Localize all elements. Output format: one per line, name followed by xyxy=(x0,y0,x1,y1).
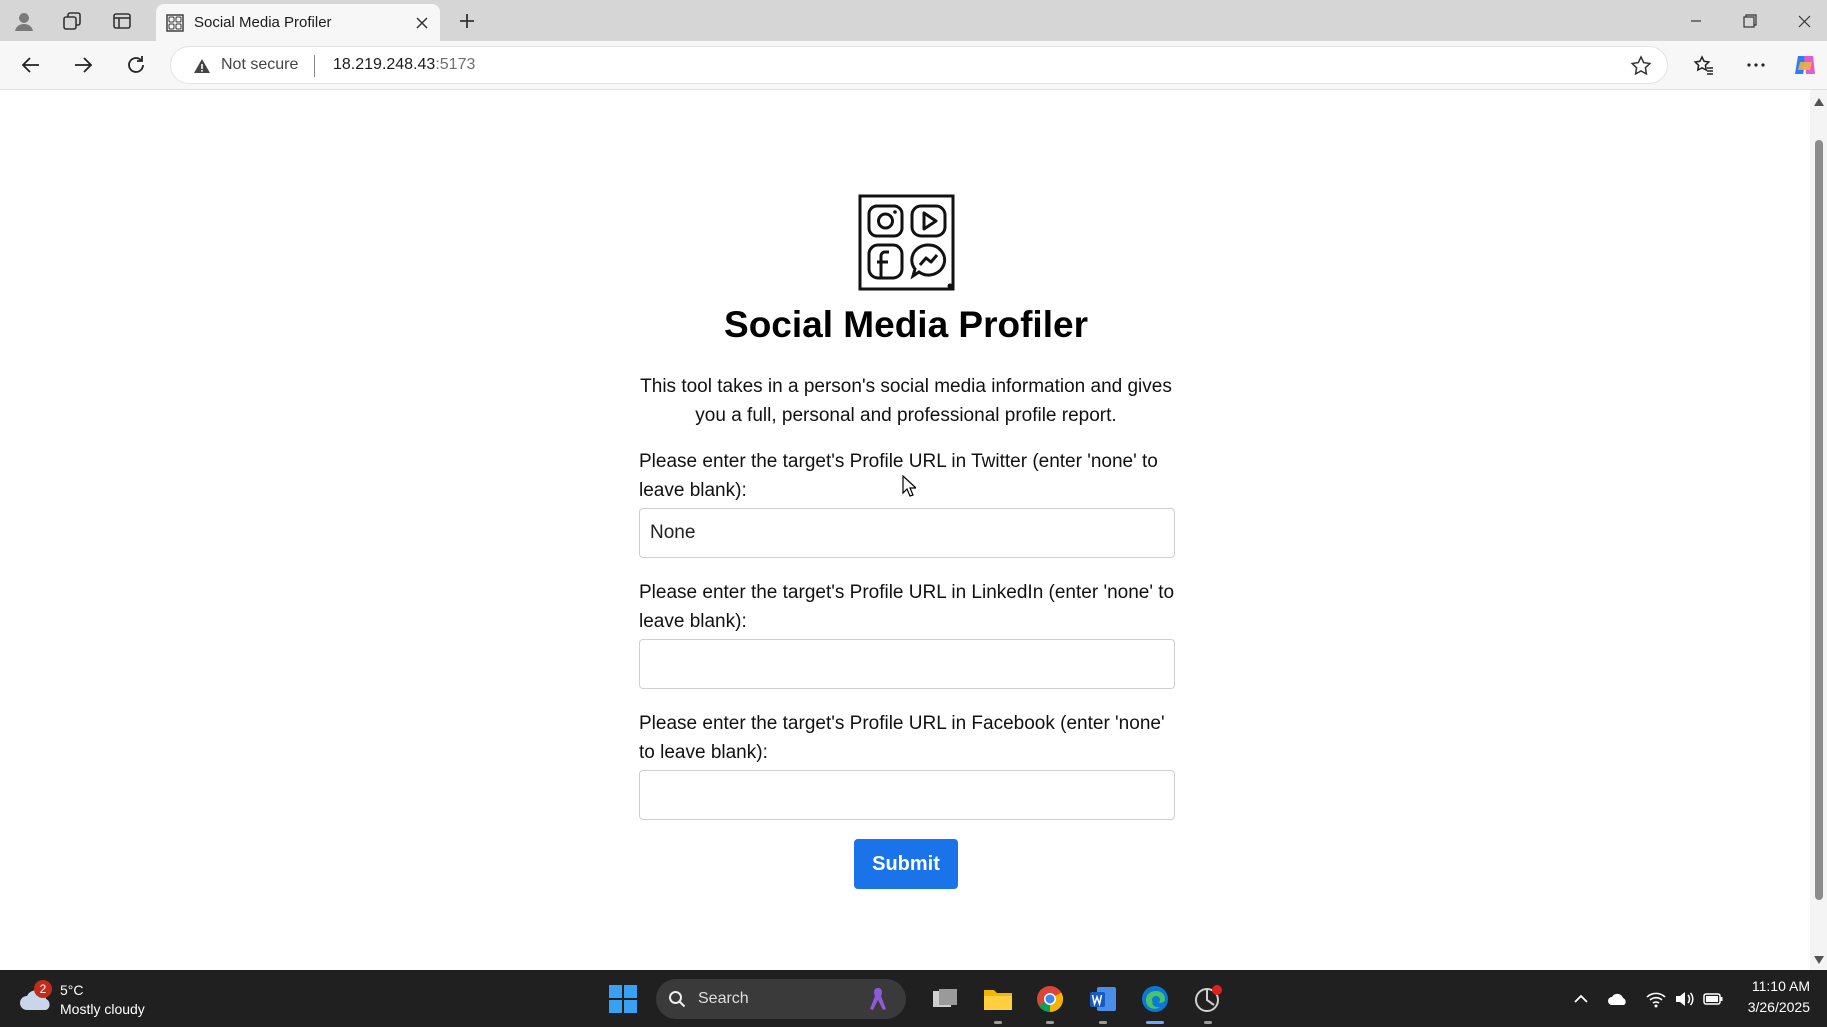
task-view-icon[interactable] xyxy=(926,980,964,1018)
browser-titlebar: Social Media Profiler xyxy=(0,0,1827,41)
scroll-down-arrow-icon[interactable] xyxy=(1814,956,1824,964)
page-content: Social Media Profiler This tool takes in… xyxy=(0,90,1810,970)
taskbar-search[interactable]: Search xyxy=(656,979,906,1019)
search-label: Search xyxy=(698,990,749,1007)
copilot-icon[interactable] xyxy=(1788,49,1822,81)
tab-close-icon[interactable] xyxy=(408,9,436,37)
page-description: This tool takes in a person's social med… xyxy=(640,376,1172,426)
vertical-tabs-icon[interactable] xyxy=(109,8,135,34)
awareness-ribbon-icon xyxy=(870,988,886,1010)
close-window-icon[interactable] xyxy=(1782,6,1826,36)
browser-toolbar: Not secure 18.219.248.43:5173 xyxy=(0,41,1827,90)
twitter-url-input[interactable] xyxy=(639,508,1175,558)
mouse-cursor-icon xyxy=(902,475,916,497)
refresh-icon[interactable] xyxy=(119,49,153,81)
favorite-star-icon[interactable] xyxy=(1629,54,1653,78)
page-scrollbar[interactable] xyxy=(1810,90,1827,970)
onedrive-icon[interactable] xyxy=(1607,988,1629,1010)
linkedin-url-label: Please enter the target's Profile URL in… xyxy=(639,582,1175,632)
submit-button[interactable]: Submit xyxy=(854,839,958,889)
profile-icon[interactable] xyxy=(11,8,37,34)
temperature: 5°C xyxy=(60,982,84,998)
windows-taskbar: 2 5°C Mostly cloudy Search 11:10 AM 3/26… xyxy=(0,970,1827,1027)
address-bar[interactable]: Not secure 18.219.248.43:5173 xyxy=(170,46,1668,84)
wifi-icon[interactable] xyxy=(1645,988,1667,1010)
scroll-thumb[interactable] xyxy=(1815,140,1823,900)
more-options-icon[interactable] xyxy=(1739,49,1773,81)
facebook-url-input[interactable] xyxy=(639,770,1175,820)
volume-icon[interactable] xyxy=(1673,988,1695,1010)
url-text[interactable]: 18.219.248.43:5173 xyxy=(333,56,475,74)
show-hidden-icons-icon[interactable] xyxy=(1570,988,1592,1010)
tab-title: Social Media Profiler xyxy=(194,14,332,31)
chrome-icon[interactable] xyxy=(1031,980,1069,1024)
battery-icon[interactable] xyxy=(1702,988,1724,1010)
forward-icon[interactable] xyxy=(66,49,100,81)
file-explorer-icon[interactable] xyxy=(979,980,1017,1024)
facebook-url-label: Please enter the target's Profile URL in… xyxy=(639,713,1165,763)
search-icon xyxy=(669,991,686,1008)
address-separator xyxy=(314,55,315,77)
weather-alert-badge: 2 xyxy=(34,980,52,998)
clock-date[interactable]: 3/26/2025 xyxy=(1730,999,1810,1015)
word-icon[interactable] xyxy=(1084,980,1122,1024)
new-tab-icon[interactable] xyxy=(452,8,482,34)
minimize-icon[interactable] xyxy=(1674,6,1718,36)
restore-icon[interactable] xyxy=(1728,6,1772,36)
scroll-up-arrow-icon[interactable] xyxy=(1814,98,1824,106)
workspaces-icon[interactable] xyxy=(59,8,85,34)
windows-start-icon[interactable] xyxy=(608,984,638,1014)
page-title: Social Media Profiler xyxy=(724,304,1088,345)
clock-time[interactable]: 11:10 AM xyxy=(1740,978,1810,994)
back-icon[interactable] xyxy=(14,49,48,81)
app-with-notification-icon[interactable] xyxy=(1189,980,1227,1024)
weather-condition: Mostly cloudy xyxy=(60,1001,145,1017)
favorites-icon[interactable] xyxy=(1687,49,1721,81)
linkedin-url-input[interactable] xyxy=(639,639,1175,689)
warning-icon[interactable] xyxy=(193,57,211,75)
url-host: 18.219.248.43 xyxy=(333,56,436,73)
not-secure-label[interactable]: Not secure xyxy=(221,56,298,74)
social-media-logo-icon xyxy=(858,194,955,291)
edge-icon[interactable] xyxy=(1136,980,1174,1024)
tab-favicon-icon xyxy=(164,12,186,34)
browser-tab-active[interactable]: Social Media Profiler xyxy=(156,4,440,41)
url-port: :5173 xyxy=(435,56,476,73)
